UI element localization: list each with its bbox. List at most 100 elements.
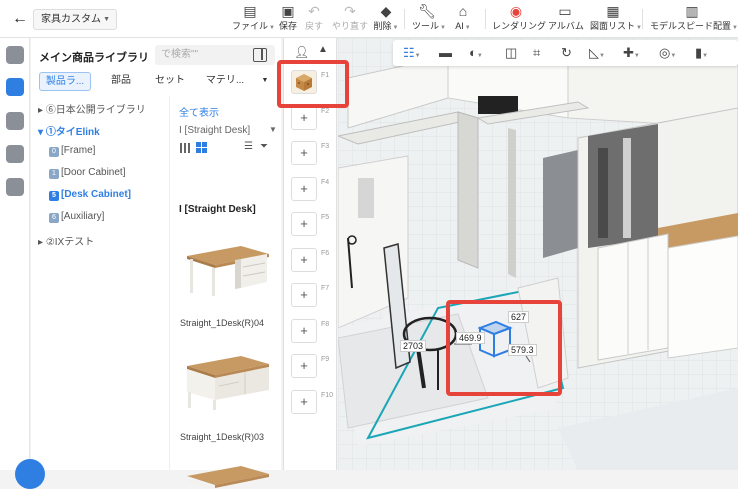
person-icon[interactable]: 👤︎	[294, 45, 309, 59]
tree-item-desk-cabinet[interactable]: 5 [Desk Cabinet]	[49, 189, 131, 201]
file-icon: ▤	[243, 3, 257, 19]
slot-hotkey-label: F7	[321, 285, 330, 292]
tab-more-chevron-icon[interactable]: ▼	[255, 72, 275, 91]
delete-label: 削除	[373, 21, 392, 31]
plus-icon: +	[300, 216, 308, 231]
slot-add-button[interactable]: +	[291, 283, 317, 307]
palette-icon[interactable]: ◐▼	[469, 46, 483, 63]
toolbar-divider	[642, 9, 643, 29]
rendering-button[interactable]: ◉ レンダリング	[492, 3, 546, 32]
product-list: 全て表示 I [Straight Desk] ▼ ☰ ⏷ I [Straight…	[171, 96, 281, 488]
slot-add-button[interactable]: +	[291, 212, 317, 236]
tree-item-ix-test[interactable]: ▸ ②IXテスト	[38, 233, 94, 248]
save-button[interactable]: ▣ 保存	[276, 3, 300, 32]
tree-item-auxiliary[interactable]: 6 [Auxiliary]	[49, 211, 104, 223]
tree-item-tai-elink[interactable]: ▾ ①タイElink	[38, 123, 100, 138]
crown-icon[interactable]	[6, 78, 24, 96]
product-name[interactable]: Straight_1Desk(R)04	[180, 318, 264, 328]
focus-frame-icon[interactable]: ⌗	[533, 46, 540, 60]
category-tree: ▸ ⑥日本公開ライブラリ ▾ ①タイElink 0 [Frame] 1 [Door …	[31, 96, 170, 470]
plus-icon: +	[300, 358, 308, 373]
floor-plan-render	[338, 38, 738, 470]
redo-button[interactable]: ↷ やり直す	[330, 3, 370, 32]
product-thumbnail-desk-04[interactable]	[179, 234, 273, 298]
show-all-link[interactable]: 全て表示	[179, 104, 219, 119]
product-name[interactable]: Straight_1Desk(R)03	[180, 432, 264, 442]
product-thumbnail-desk-03[interactable]	[179, 348, 273, 412]
eraser-icon: ◆	[380, 3, 392, 19]
ruler-icon[interactable]: ◺▼	[589, 46, 605, 63]
slot-add-button[interactable]: +	[291, 247, 317, 272]
tree-item-japan-library[interactable]: ▸ ⑥日本公開ライブラリ	[38, 101, 146, 116]
tree-badge: 5	[49, 191, 59, 201]
slot-add-button[interactable]: +	[291, 389, 317, 414]
3d-viewport[interactable]: 2703 469.9 627 579.3	[338, 38, 738, 470]
undo-button[interactable]: ↶ 戻す	[302, 3, 326, 32]
chevron-up-icon[interactable]: ▲	[318, 44, 328, 55]
library-title: メイン商品ライブラリ	[39, 52, 149, 64]
slot-hotkey-label: F3	[321, 143, 330, 150]
subcategory-select[interactable]: I [Straight Desk]	[179, 125, 250, 136]
grid-view-icon[interactable]	[196, 142, 207, 153]
speed-layout-button[interactable]: ▥ モデルスピード配置▼	[650, 3, 738, 32]
floating-help-button[interactable]	[15, 459, 45, 489]
library-box-icon[interactable]	[6, 46, 24, 64]
drawing-list-label: 図面リスト	[590, 21, 636, 31]
sort-icon[interactable]: ☰	[244, 141, 253, 152]
redo-icon: ↷	[344, 3, 356, 19]
rotate-icon[interactable]: ↻	[561, 46, 572, 60]
album-label: アルバム	[548, 21, 584, 31]
product-library-panel: メイン商品ライブラリ で検索"" 製品ラ... 部品 セット マテリ... ▼ …	[31, 38, 281, 488]
plus-icon: +	[300, 393, 308, 409]
chevron-down-icon: ▼	[103, 16, 110, 23]
slot-add-button[interactable]: +	[291, 176, 317, 201]
tab-sets[interactable]: セット	[145, 72, 195, 91]
tab-parts[interactable]: 部品	[97, 72, 145, 91]
tree-item-frame[interactable]: 0 [Frame]	[49, 145, 95, 157]
plus-icon: +	[300, 109, 308, 125]
redo-label: やり直す	[331, 21, 368, 31]
tab-products[interactable]: 製品ラ...	[39, 72, 91, 91]
slot-hotkey-label: F6	[321, 249, 330, 257]
slot-add-button[interactable]: +	[291, 141, 317, 165]
filter-icon[interactable]: ⏷	[260, 141, 268, 152]
drawing-list-icon: ▦	[606, 3, 620, 19]
file-menu-button[interactable]: ▤ ファイル▼	[232, 3, 275, 32]
slot-hotkey-label: F5	[321, 214, 330, 221]
album-button[interactable]: ▭ アルバム	[548, 3, 584, 32]
tab-materials[interactable]: マテリ...	[199, 72, 251, 91]
back-arrow-icon[interactable]: ←	[10, 10, 30, 28]
slot-add-button[interactable]: +	[291, 105, 317, 130]
tree-item-door-cabinet[interactable]: 1 [Door Cabinet]	[49, 167, 125, 179]
annotation-tool-icon[interactable]: ☷▼	[403, 46, 421, 63]
viewport-toolbar: ☷▼ ▬ ◐▼ ◫ ⌗ ↻ ◺▼ ✚▼ ◎▼ ▮▼	[393, 40, 738, 66]
mirror-icon[interactable]: ◫	[505, 46, 517, 60]
tools-label: ツール	[412, 21, 440, 31]
left-icon-rail	[0, 38, 30, 470]
ai-house-icon: ⌂	[458, 3, 468, 19]
slot-hotkey-label: F2	[321, 107, 330, 115]
cabinet-icon[interactable]	[6, 178, 24, 196]
tools-menu-button[interactable]: 🔧︎ ツール▼	[412, 3, 446, 32]
chevron-down-icon[interactable]: ▼	[269, 125, 277, 134]
slot-add-button[interactable]: +	[291, 318, 317, 343]
project-select[interactable]: 家具カスタム ▼	[33, 9, 117, 30]
product-thumbnail-desk-next[interactable]	[179, 458, 273, 488]
slot-add-button[interactable]: +	[291, 354, 317, 378]
tree-item-label: ⑥日本公開ライブラリ	[45, 105, 146, 116]
paint-roller-icon[interactable]: ▬	[439, 46, 452, 60]
badge-icon[interactable]	[6, 112, 24, 130]
drawing-list-button[interactable]: ▦ 図面リスト▼	[590, 3, 642, 32]
panel-layout-icon[interactable]	[253, 48, 267, 62]
ai-menu-button[interactable]: ⌂ AI▼	[450, 3, 476, 32]
user-icon[interactable]	[6, 145, 24, 163]
ai-label: AI	[455, 21, 464, 31]
top-toolbar: ← 家具カスタム ▼ ▤ ファイル▼ ▣ 保存 ↶ 戻す ↷ やり直す ◆ 削除…	[0, 0, 738, 38]
slot-hotkey-label: F8	[321, 320, 330, 328]
trash-icon[interactable]: ▮▼	[695, 46, 708, 63]
puzzle-icon[interactable]: ✚▼	[623, 46, 640, 63]
delete-button[interactable]: ◆ 削除▼	[372, 3, 400, 32]
wrench-icon: 🔧︎	[418, 3, 436, 19]
list-view-icon[interactable]	[180, 143, 190, 153]
target-icon[interactable]: ◎▼	[659, 46, 676, 63]
